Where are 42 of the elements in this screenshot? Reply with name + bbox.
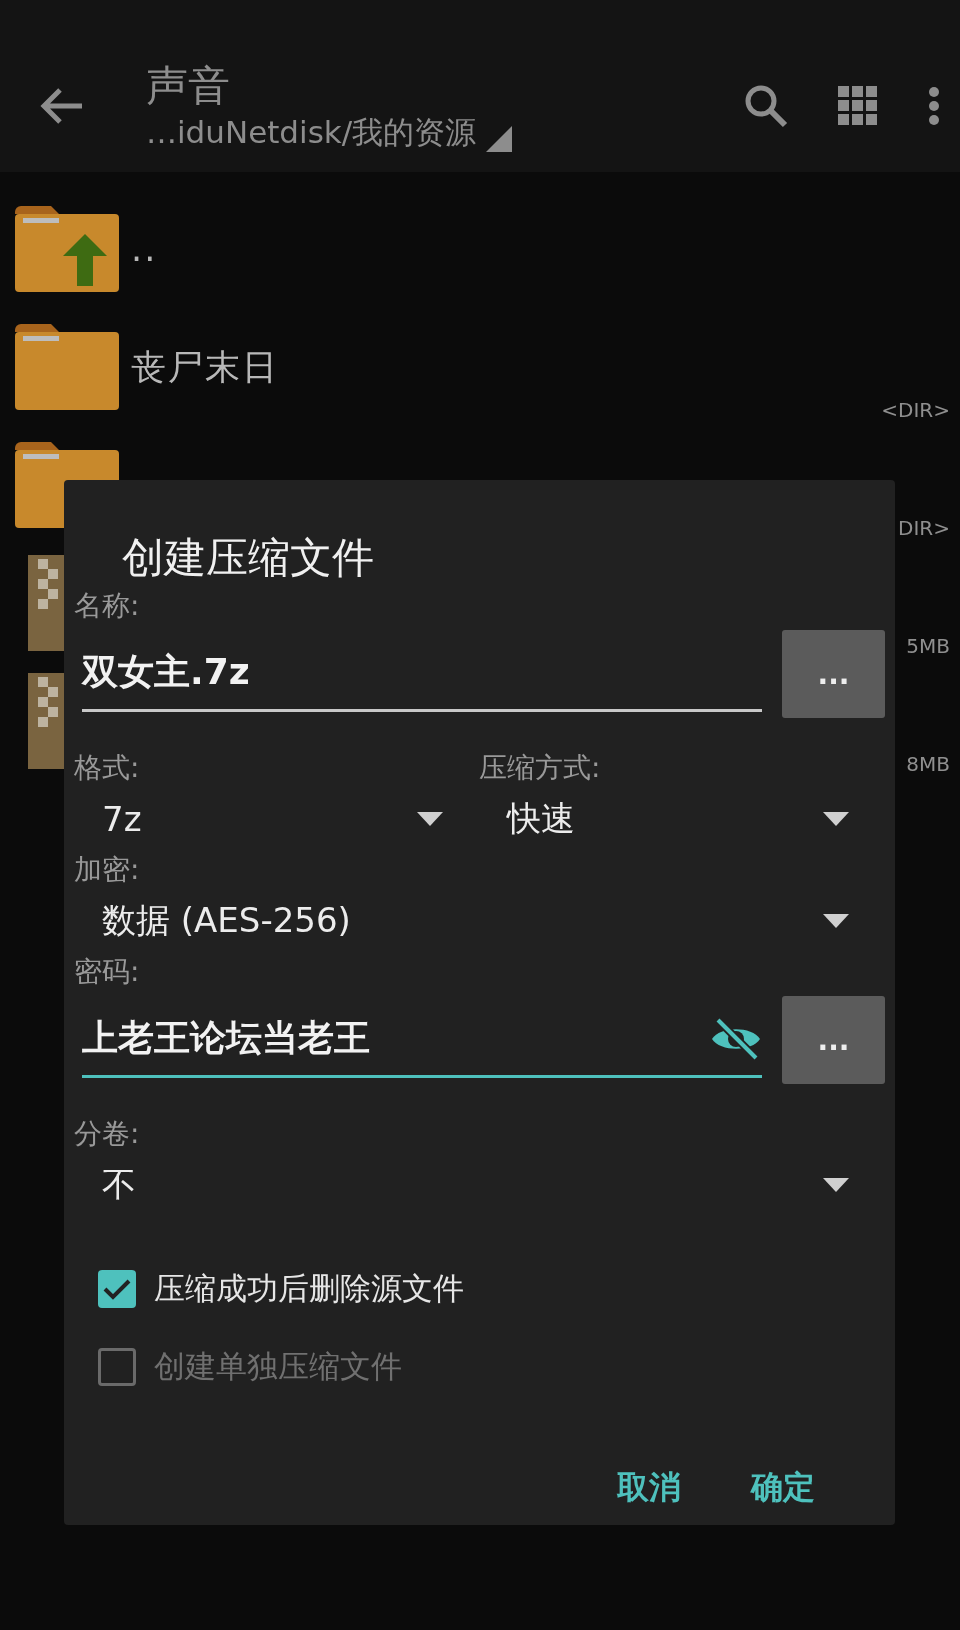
parent-folder-icon — [15, 206, 119, 292]
browse-button[interactable]: ... — [782, 630, 885, 718]
dialog-button[interactable]: 取消 — [607, 1458, 691, 1518]
field-label: 密码: — [74, 954, 140, 990]
checkbox-label[interactable]: 压缩成功后删除源文件 — [154, 1268, 464, 1310]
corner-triangle-icon[interactable] — [486, 126, 513, 152]
folder-icon — [15, 324, 119, 410]
file-size: <DIR> — [881, 398, 950, 422]
field-label: 压缩方式: — [479, 750, 601, 786]
archive-file-icon — [28, 555, 64, 651]
checkbox[interactable] — [98, 1270, 136, 1308]
search-icon[interactable] — [744, 84, 788, 128]
back-arrow-icon[interactable] — [40, 86, 84, 126]
grid-view-icon[interactable] — [838, 86, 878, 126]
encryption-dropdown[interactable]: 数据 (AES-256) — [74, 890, 885, 952]
field-label: 分卷: — [74, 1116, 140, 1152]
field-label: 格式: — [74, 750, 140, 786]
dropdown-caret-icon[interactable] — [823, 914, 849, 928]
format-dropdown[interactable]: 7z — [74, 788, 479, 850]
name-field[interactable]: 双女主.7z — [82, 636, 762, 712]
password-field[interactable]: 上老王论坛当老王 — [82, 1002, 762, 1078]
more-menu-icon[interactable] — [928, 86, 940, 126]
file-name[interactable]: 丧尸末日 — [131, 343, 279, 391]
dropdown-caret-icon[interactable] — [823, 812, 849, 826]
dropdown-caret-icon[interactable] — [417, 812, 443, 826]
field-label: 加密: — [74, 852, 140, 888]
method-dropdown[interactable]: 快速 — [479, 788, 885, 850]
split-dropdown[interactable]: 不 — [74, 1154, 885, 1216]
field-label: 名称: — [74, 588, 140, 624]
browse-button[interactable]: ... — [782, 996, 885, 1084]
folder-path[interactable]: …iduNetdisk/我的资源 — [146, 112, 477, 152]
dialog-button[interactable]: 确定 — [741, 1458, 825, 1518]
checkbox-label: 创建单独压缩文件 — [154, 1347, 402, 1386]
file-size: 5MB — [906, 634, 950, 658]
dialog-title: 创建压缩文件 — [122, 532, 374, 584]
archive-file-icon — [28, 673, 64, 769]
file-size: 8MB — [906, 752, 950, 776]
file-name[interactable]: .. — [131, 229, 158, 269]
file-size: DIR> — [898, 516, 950, 540]
folder-title: 声音 — [146, 60, 230, 112]
dropdown-caret-icon[interactable] — [823, 1178, 849, 1192]
eye-off-icon[interactable] — [710, 1017, 762, 1060]
